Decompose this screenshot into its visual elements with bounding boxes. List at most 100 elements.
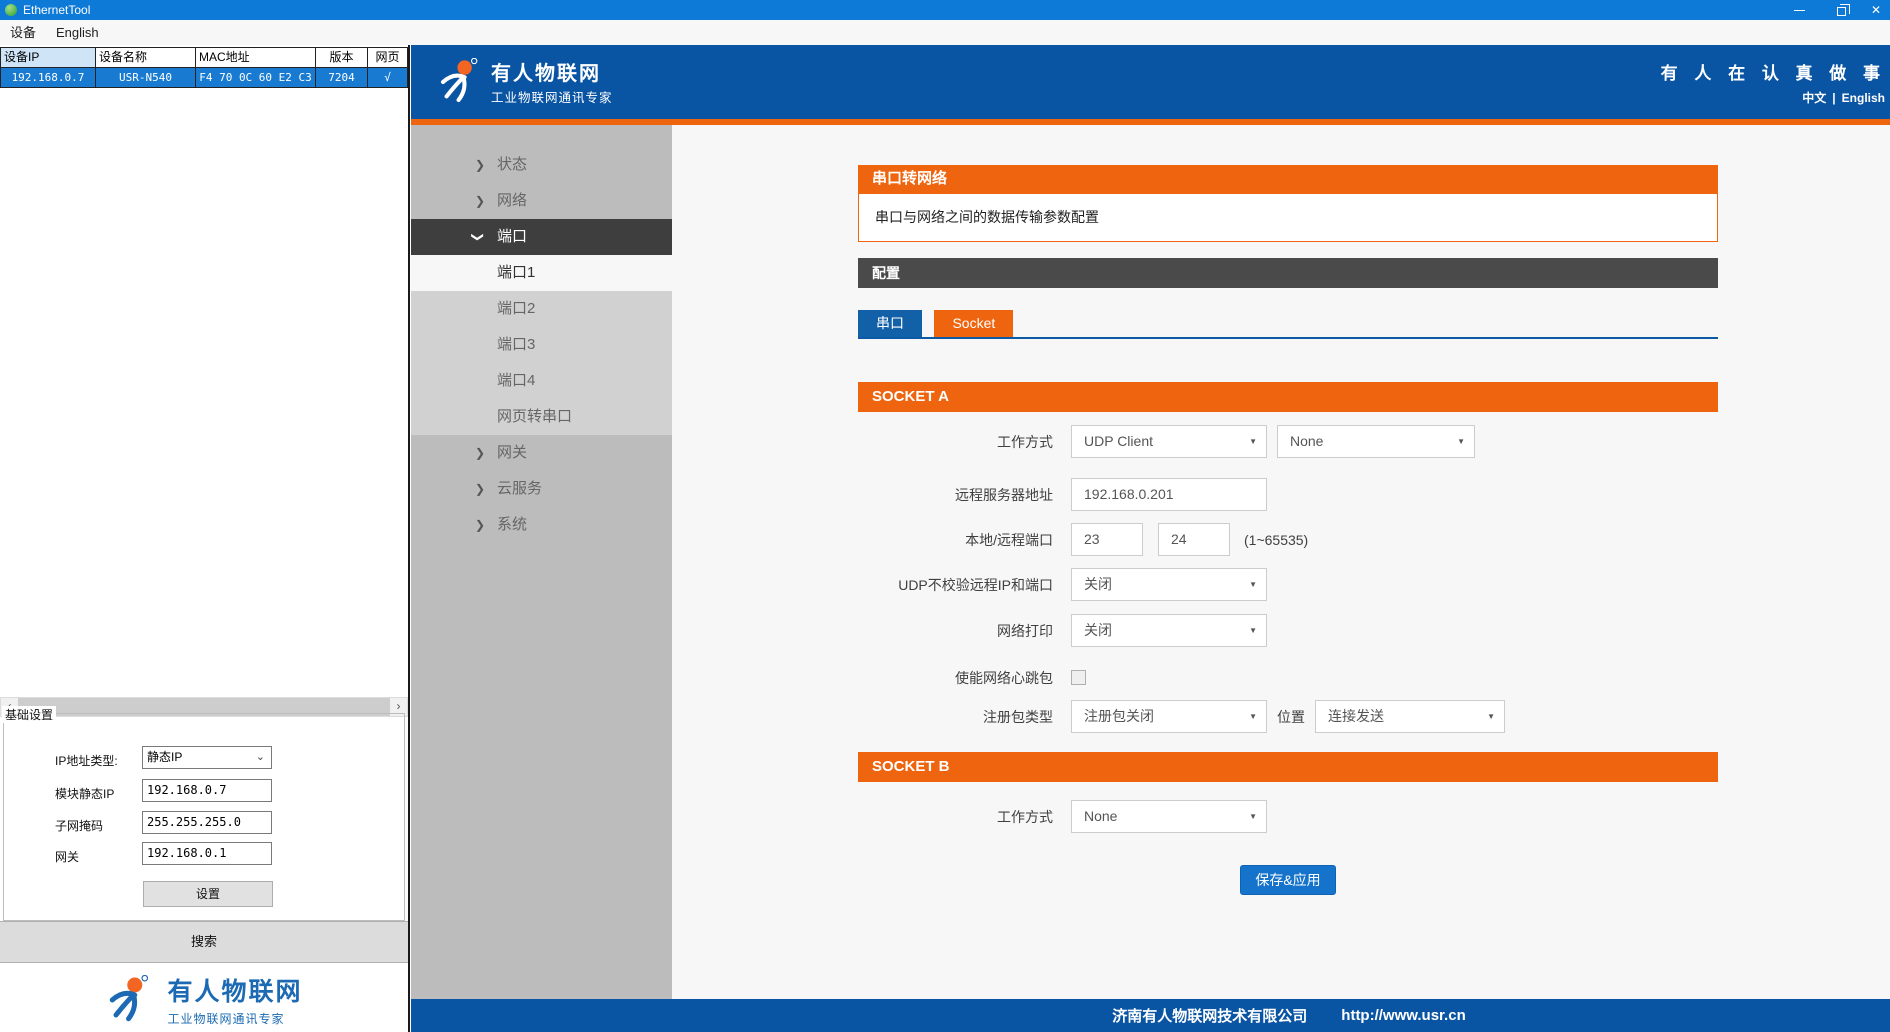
net-print-select[interactable]: 关闭 ▼ [1071, 614, 1267, 647]
app-icon [5, 4, 17, 16]
chevron-right-icon: ❯ [475, 435, 485, 471]
device-name[interactable]: USR-N540 [96, 68, 196, 88]
select-arrow-icon: ▼ [1249, 426, 1257, 457]
minimize-button[interactable] [1778, 0, 1820, 20]
remote-port-input[interactable]: 24 [1158, 523, 1230, 556]
col-web[interactable]: 网页 [368, 48, 408, 68]
regpkt-pos-select[interactable]: 连接发送 ▼ [1315, 700, 1505, 733]
web-main: 串口转网络 串口与网络之间的数据传输参数配置 配置 串口 Socket SOCK… [672, 125, 1890, 999]
select-arrow-icon: ▼ [1457, 426, 1465, 457]
work-mode-select[interactable]: UDP Client ▼ [1071, 425, 1267, 458]
work-mode-select-2[interactable]: None ▼ [1277, 425, 1475, 458]
titlebar: EthernetTool ✕ [0, 0, 1890, 20]
select-arrow-icon: ▼ [1249, 615, 1257, 646]
lang-en-link[interactable]: English [1842, 91, 1885, 105]
mask-input[interactable]: 255.255.255.0 [142, 811, 272, 834]
web-config-view: 有人物联网 工业物联网通讯专家 有 人 在 认 真 做 事 中文|English… [411, 45, 1890, 1032]
col-device-ip[interactable]: 设备IP [1, 48, 96, 68]
close-button[interactable]: ✕ [1862, 0, 1890, 20]
col-version[interactable]: 版本 [316, 48, 368, 68]
usr-logo-icon [105, 975, 157, 1025]
heartbeat-label: 使能网络心跳包 [858, 668, 1071, 688]
minimize-icon [1794, 10, 1805, 11]
sidebar-item-port4[interactable]: 端口4 [411, 363, 672, 399]
work-mode-row: 工作方式 UDP Client ▼ None ▼ [858, 425, 1718, 458]
sidebar-item-cloud[interactable]: ❯ 云服务 [411, 471, 672, 507]
work-mode-label: 工作方式 [858, 432, 1071, 452]
select-arrow-icon: ▼ [1487, 701, 1495, 732]
col-device-name[interactable]: 设备名称 [96, 48, 196, 68]
menu-english[interactable]: English [46, 20, 109, 45]
regpkt-row: 注册包类型 注册包关闭 ▼ 位置 连接发送 ▼ [858, 700, 1718, 733]
heartbeat-row: 使能网络心跳包 [858, 661, 1718, 694]
language-bar: 中文 | English [1799, 89, 1888, 106]
select-arrow-icon: ▼ [1249, 801, 1257, 832]
gateway-input[interactable]: 192.168.0.1 [142, 842, 272, 865]
net-print-label: 网络打印 [858, 621, 1071, 641]
sidebar-item-network[interactable]: ❯ 网络 [411, 183, 672, 219]
udp-check-select[interactable]: 关闭 ▼ [1071, 568, 1267, 601]
device-row[interactable]: 192.168.0.7 USR-N540 F4 70 0C 60 E2 C3 7… [1, 68, 408, 88]
device-table: 设备IP 设备名称 MAC地址 版本 网页 192.168.0.7 USR-N5… [0, 47, 408, 88]
socket-b-title: SOCKET B [858, 752, 1718, 782]
remote-addr-label: 远程服务器地址 [858, 485, 1071, 505]
static-ip-input[interactable]: 192.168.0.7 [142, 779, 272, 802]
ethernettool-window: EthernetTool ✕ 设备 English 设备IP 设备名称 MAC地… [0, 0, 1890, 1032]
gateway-label: 网关 [55, 848, 79, 865]
sidebar-item-gateway[interactable]: ❯ 网关 [411, 435, 672, 471]
sidebar-item-web2serial[interactable]: 网页转串口 [411, 399, 672, 435]
socket-b-work-mode-label: 工作方式 [858, 807, 1071, 827]
lang-separator: | [1832, 91, 1835, 105]
udp-check-row: UDP不校验远程IP和端口 关闭 ▼ [858, 568, 1718, 601]
sidebar-item-port2[interactable]: 端口2 [411, 291, 672, 327]
page-description: 串口与网络之间的数据传输参数配置 [858, 193, 1718, 242]
remote-addr-input[interactable]: 192.168.0.201 [1071, 478, 1267, 511]
device-ip[interactable]: 192.168.0.7 [1, 68, 96, 88]
device-mac[interactable]: F4 70 0C 60 E2 C3 [196, 68, 316, 88]
ip-type-select[interactable]: 静态IP ⌄ [142, 746, 272, 769]
save-apply-button[interactable]: 保存&应用 [1240, 865, 1336, 895]
menu-device[interactable]: 设备 [0, 20, 46, 45]
web-brand-title: 有人物联网 [491, 57, 601, 86]
device-table-header: 设备IP 设备名称 MAC地址 版本 网页 [1, 48, 408, 68]
usr-logo-title: 有人物联网 [167, 972, 302, 1008]
device-panel: 设备IP 设备名称 MAC地址 版本 网页 192.168.0.7 USR-N5… [0, 45, 410, 1032]
set-button[interactable]: 设置 [143, 881, 273, 907]
restore-button[interactable] [1820, 0, 1862, 20]
header-slogan: 有 人 在 认 真 做 事 [1661, 59, 1886, 84]
combo-arrow-icon: ⌄ [256, 747, 265, 768]
socket-b-work-mode-row: 工作方式 None ▼ [858, 800, 1718, 833]
device-version[interactable]: 7204 [316, 68, 368, 88]
socket-a-title: SOCKET A [858, 382, 1718, 412]
sidebar-item-port1[interactable]: 端口1 [411, 255, 672, 291]
regpkt-label: 注册包类型 [858, 707, 1071, 727]
remote-addr-row: 远程服务器地址 192.168.0.201 [858, 478, 1718, 511]
tab-serial[interactable]: 串口 [858, 310, 922, 337]
local-port-input[interactable]: 23 [1071, 523, 1143, 556]
web-header: 有人物联网 工业物联网通讯专家 有 人 在 认 真 做 事 中文|English [411, 45, 1890, 125]
chevron-right-icon: ❯ [475, 183, 485, 219]
regpkt-type-select[interactable]: 注册包关闭 ▼ [1071, 700, 1267, 733]
sidebar-item-port3[interactable]: 端口3 [411, 327, 672, 363]
tab-socket[interactable]: Socket [934, 310, 1013, 337]
net-print-row: 网络打印 关闭 ▼ [858, 614, 1718, 647]
heartbeat-checkbox[interactable] [1071, 670, 1086, 685]
sidebar-item-port[interactable]: ❯ 端口 [411, 219, 672, 255]
web-footer: 济南有人物联网技术有限公司 http://www.usr.cn [411, 999, 1890, 1032]
config-tabs: 串口 Socket [858, 310, 1718, 339]
usr-logo: 有人物联网 工业物联网通讯专家 [0, 967, 408, 1032]
search-button[interactable]: 搜索 [0, 921, 408, 963]
usr-logo-subtitle: 工业物联网通讯专家 [167, 1010, 302, 1027]
web-link-icon[interactable]: √ [368, 68, 408, 88]
socket-b-work-mode-select[interactable]: None ▼ [1071, 800, 1267, 833]
mask-label: 子网掩码 [55, 817, 103, 834]
sidebar-item-status[interactable]: ❯ 状态 [411, 147, 672, 183]
page-title: 串口转网络 [858, 165, 1718, 193]
udp-check-label: UDP不校验远程IP和端口 [858, 575, 1071, 595]
lang-zh-link[interactable]: 中文 [1802, 91, 1826, 105]
sidebar-item-system[interactable]: ❯ 系统 [411, 507, 672, 543]
chevron-right-icon: ❯ [475, 147, 485, 183]
footer-url[interactable]: http://www.usr.cn [1341, 1007, 1465, 1024]
col-mac[interactable]: MAC地址 [196, 48, 316, 68]
chevron-right-icon: ❯ [475, 507, 485, 543]
